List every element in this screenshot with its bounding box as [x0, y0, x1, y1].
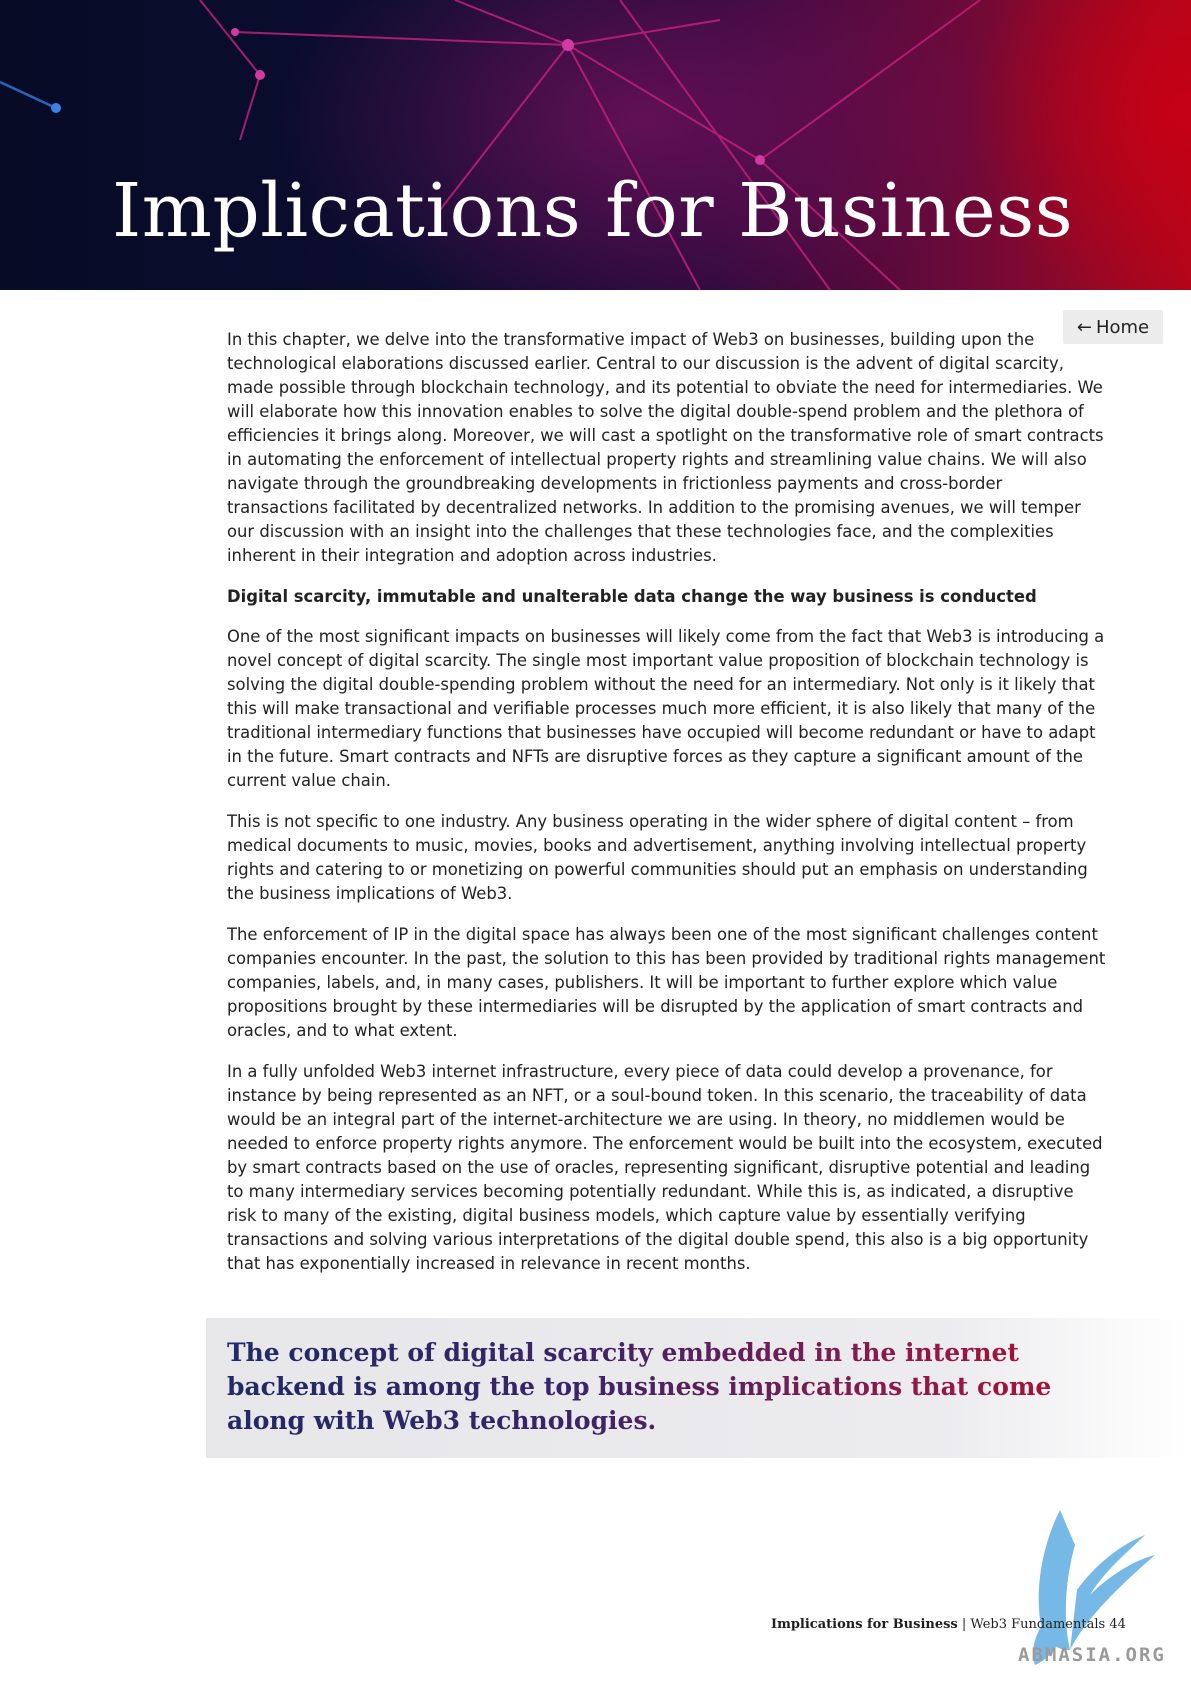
- page-number: 44: [1109, 1617, 1126, 1632]
- body-paragraph: In a fully unfolded Web3 internet infras…: [227, 1062, 1103, 1273]
- article-body: In this chapter, we delve into the trans…: [227, 328, 1107, 1293]
- footer-separator: |: [961, 1617, 967, 1632]
- body-paragraph: This is not specific to one industry. An…: [227, 812, 1088, 903]
- body-paragraph: The enforcement of IP in the digital spa…: [227, 925, 1106, 1040]
- pull-quote-text: The concept of digital scarcity embedded…: [227, 1336, 1107, 1438]
- header-banner: Implications for Business: [0, 0, 1191, 290]
- page-title: Implications for Business: [112, 168, 1074, 254]
- footer-section: Implications for Business: [771, 1617, 958, 1632]
- watermark: ABMASIA.ORG: [1018, 1644, 1166, 1666]
- page-footer: Implications for Business | Web3 Fundame…: [771, 1617, 1126, 1632]
- intro-paragraph: In this chapter, we delve into the trans…: [227, 330, 1104, 565]
- footer-publication: Web3 Fundamentals: [970, 1617, 1106, 1632]
- body-paragraph: One of the most significant impacts on b…: [227, 627, 1105, 790]
- section-heading: Digital scarcity, immutable and unaltera…: [227, 587, 1037, 606]
- pull-quote-box: The concept of digital scarcity embedded…: [206, 1318, 1191, 1458]
